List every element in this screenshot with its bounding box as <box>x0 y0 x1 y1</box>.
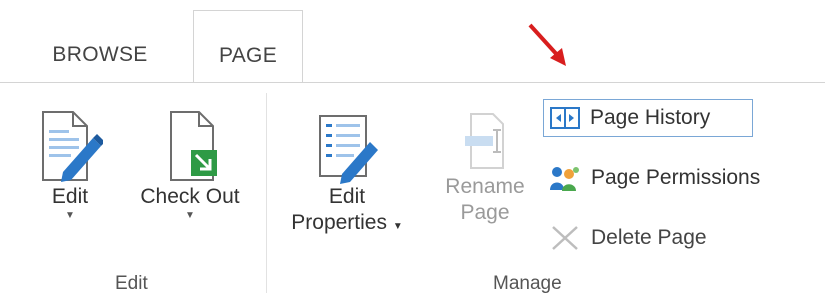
group-separator <box>266 93 267 293</box>
delete-icon <box>552 226 578 250</box>
check-out-button-label: Check Out <box>140 185 240 208</box>
page-history-icon <box>550 107 580 129</box>
tab-browse[interactable]: BROWSE <box>30 28 170 82</box>
rename-page-icon <box>465 113 504 169</box>
group-label-manage: Manage <box>493 273 562 294</box>
edit-page-icon <box>42 111 103 182</box>
ribbon: Edit ▼ Check Out ▼ Edit Edit Properties … <box>0 83 825 300</box>
page-history-button[interactable]: Page History <box>543 99 753 137</box>
edit-button[interactable]: Edit ▼ <box>30 108 110 222</box>
edit-dropdown-icon[interactable]: ▼ <box>30 210 110 222</box>
ribbon-divider <box>0 82 825 83</box>
group-label-edit: Edit <box>115 273 148 294</box>
edit-properties-label-line2: Properties <box>291 211 387 234</box>
annotation-arrow-icon <box>528 23 566 66</box>
page-history-label: Page History <box>590 106 711 129</box>
page-permissions-button[interactable]: Page Permissions <box>549 159 809 197</box>
check-out-icon <box>170 111 217 181</box>
edit-properties-button[interactable]: Edit Properties ▼ <box>282 108 412 240</box>
permissions-icon <box>550 167 579 191</box>
rename-page-button[interactable]: Rename Page <box>430 108 540 226</box>
tab-page[interactable]: PAGE <box>193 10 303 82</box>
rename-page-label-line1: Rename <box>445 175 525 198</box>
check-out-button[interactable]: Check Out ▼ <box>125 108 255 222</box>
edit-properties-dropdown-icon[interactable]: ▼ <box>393 221 403 232</box>
delete-page-label: Delete Page <box>591 226 707 249</box>
rename-page-label-line2: Page <box>460 201 510 224</box>
check-out-dropdown-icon[interactable]: ▼ <box>125 210 255 222</box>
delete-page-button[interactable]: Delete Page <box>549 219 769 257</box>
edit-properties-label-line1: Edit <box>328 185 366 208</box>
page-permissions-label: Page Permissions <box>591 166 761 189</box>
edit-button-label: Edit <box>51 185 89 208</box>
ribbon-tab-bar: BROWSE PAGE <box>0 0 825 82</box>
edit-properties-icon <box>319 115 378 184</box>
